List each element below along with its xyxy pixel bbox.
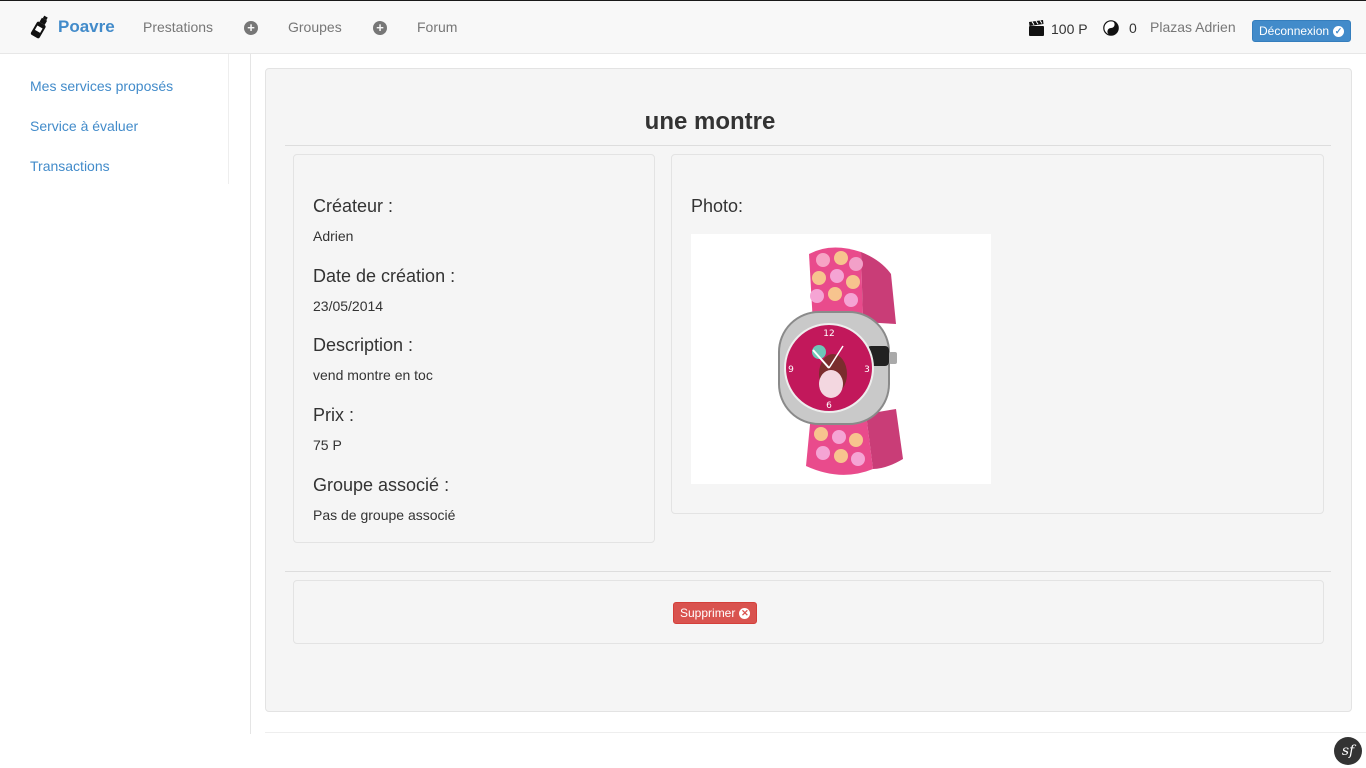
group-value: Pas de groupe associé <box>313 507 456 523</box>
brand-link[interactable]: Poavre <box>30 15 115 39</box>
sidebar: Mes services proposés Service à évaluer … <box>0 54 229 184</box>
yin-yang-icon <box>1103 20 1119 36</box>
content-divider <box>250 54 251 734</box>
delete-button[interactable]: Supprimer ✕ <box>673 602 758 624</box>
title-divider <box>285 145 1331 146</box>
date-value: 23/05/2014 <box>313 298 384 314</box>
check-circle-icon: ✓ <box>1333 25 1345 37</box>
description-label: Description : <box>313 335 414 355</box>
svg-text:12: 12 <box>823 329 834 339</box>
description-value: vend montre en toc <box>313 367 433 383</box>
close-circle-icon: ✕ <box>739 607 751 619</box>
sidebar-item-services-to-rate[interactable]: Service à évaluer <box>30 118 138 134</box>
nav-groupes[interactable]: Groupes <box>288 19 342 35</box>
photo-label: Photo: <box>691 196 744 216</box>
add-group-icon[interactable]: + <box>373 21 387 35</box>
creator-label: Créateur : <box>313 196 394 216</box>
karma-value: 0 <box>1129 20 1137 36</box>
service-photo: 12 3 6 9 <box>691 234 991 484</box>
points-display: 100 P <box>1028 20 1088 37</box>
brand-name: Poavre <box>58 17 115 36</box>
points-value: 100 P <box>1051 20 1088 37</box>
svg-text:3: 3 <box>864 365 870 375</box>
group-label: Groupe associé : <box>313 475 450 495</box>
add-prestation-icon[interactable]: + <box>244 21 258 35</box>
sidebar-item-my-services[interactable]: Mes services proposés <box>30 78 173 94</box>
creator-value: Adrien <box>313 228 354 244</box>
nav-forum[interactable]: Forum <box>417 19 457 35</box>
date-label: Date de création : <box>313 266 456 286</box>
watch-image: 12 3 6 9 <box>778 247 903 475</box>
logout-button[interactable]: Déconnexion ✓ <box>1252 20 1352 42</box>
bottle-icon <box>30 15 48 39</box>
actions-well <box>293 580 1324 644</box>
top-navbar: Poavre Prestations + Groupes + Forum 100… <box>0 0 1366 54</box>
svg-text:6: 6 <box>826 401 832 411</box>
karma-display: 0 <box>1103 20 1137 36</box>
symfony-toolbar-icon[interactable]: sf <box>1334 737 1362 765</box>
delete-label: Supprimer <box>680 606 736 620</box>
logout-label: Déconnexion <box>1259 24 1330 38</box>
clapperboard-icon <box>1029 20 1044 36</box>
sidebar-item-transactions[interactable]: Transactions <box>30 158 110 174</box>
actions-divider <box>285 571 1331 572</box>
svg-text:9: 9 <box>788 365 794 375</box>
nav-prestations[interactable]: Prestations <box>143 19 213 35</box>
price-label: Prix : <box>313 405 355 425</box>
price-value: 75 P <box>313 437 342 453</box>
service-title: une montre <box>644 108 776 135</box>
user-name-link[interactable]: Plazas Adrien <box>1150 19 1236 35</box>
footer-divider <box>265 732 1366 733</box>
